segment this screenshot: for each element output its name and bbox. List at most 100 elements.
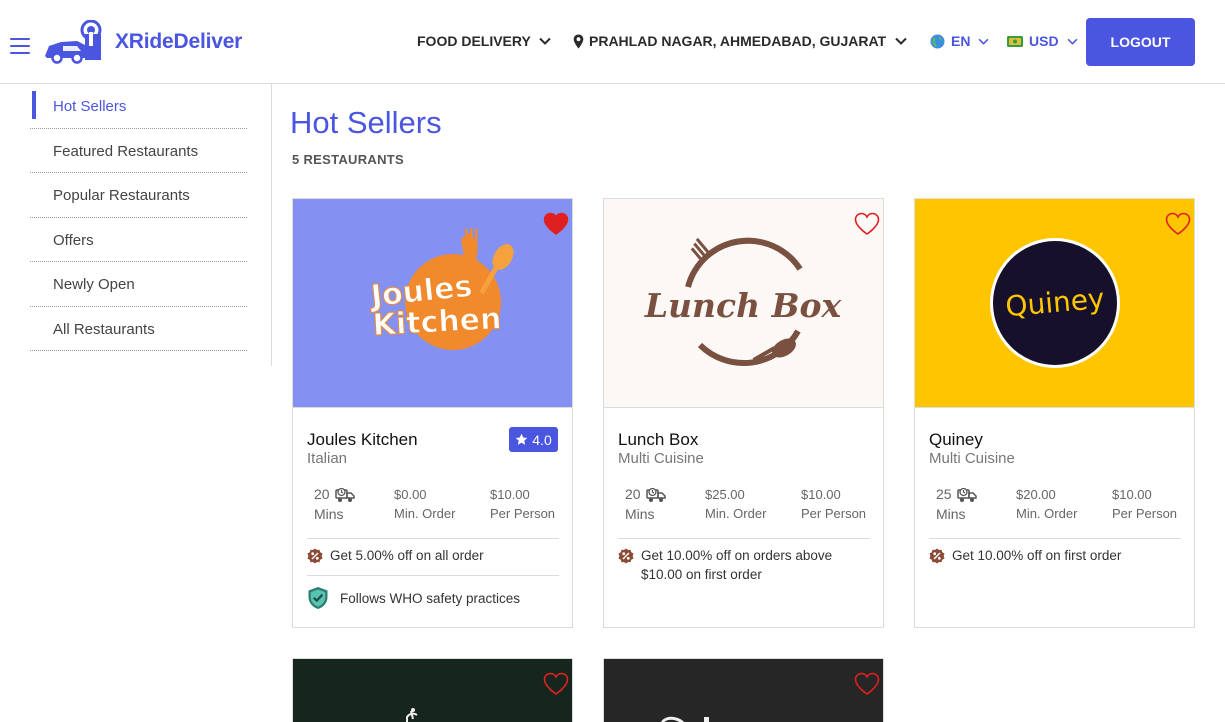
lunch-box-logo: Lunch Box (644, 237, 842, 366)
restaurant-name[interactable]: Quiney (929, 430, 983, 450)
sidebar-item-featured-restaurants[interactable]: Featured Restaurants (30, 129, 247, 173)
restaurant-name[interactable]: Lunch Box (618, 430, 698, 450)
favorite-heart-icon[interactable] (854, 672, 880, 696)
restaurant-name[interactable]: Joules Kitchen (307, 430, 418, 450)
delivery-minutes-label: Mins (314, 506, 344, 522)
delivery-minutes: 25 (936, 486, 952, 502)
discount-badge-icon (618, 548, 634, 564)
delivery-truck-icon (334, 487, 355, 502)
sidebar-item-label: Popular Restaurants (53, 187, 190, 204)
sidebar-item-popular-restaurants[interactable]: Popular Restaurants (30, 173, 247, 218)
min-order-label: Min. Order (705, 506, 767, 521)
restaurant-cuisine: Italian (307, 450, 348, 467)
per-person: $10.00 Per Person (1112, 485, 1177, 523)
restaurant-card-partial[interactable] (603, 658, 884, 722)
per-person: $10.00 Per Person (801, 485, 866, 523)
delivery-truck-icon (956, 487, 977, 502)
logo-text-1: Lunch Box (644, 286, 842, 325)
divider (307, 575, 559, 576)
per-person-label: Per Person (801, 506, 867, 521)
sidebar-item-label: All Restaurants (53, 320, 155, 338)
min-order-value: $0.00 (394, 487, 427, 502)
restaurant-logo-image: Quiney (915, 199, 1194, 408)
divider (929, 538, 1181, 539)
safety-label: Follows WHO safety practices (340, 590, 521, 606)
service-selector[interactable]: FOOD DELIVERY (417, 31, 551, 51)
rating-value: 4.0 (532, 431, 552, 448)
per-person-value: $10.00 (490, 487, 530, 502)
menu-icon[interactable] (10, 38, 30, 54)
page-title: Hot Sellers (290, 105, 442, 140)
delivery-time: 20 Mins (625, 485, 666, 524)
min-order-label: Min. Order (1016, 506, 1078, 521)
restaurant-card-joules-kitchen[interactable]: Joules Kitchen Joules Kitchen Italian 4.… (292, 198, 573, 628)
delivery-truck-icon (645, 487, 666, 502)
restaurant-logo (660, 716, 709, 722)
favorite-heart-icon[interactable] (854, 212, 880, 236)
per-person-label: Per Person (490, 506, 556, 521)
location-selector[interactable]: PRAHLAD NAGAR, AHMEDABAD, GUJARAT ... (573, 31, 907, 51)
category-sidebar: Hot Sellers Featured Restaurants Popular… (30, 84, 272, 366)
offer-text: Get 10.00% off on first order (929, 546, 1184, 565)
offer-label: Get 10.00% off on orders above $10.00 on… (641, 548, 833, 582)
offer-label: Get 10.00% off on first order (952, 548, 1122, 563)
chevron-down-icon (979, 38, 989, 45)
delivery-truck-logo-icon (45, 20, 102, 64)
chevron-down-icon (895, 37, 907, 45)
restaurant-logo-image (293, 659, 572, 722)
sidebar-item-label: Hot Sellers (53, 98, 127, 115)
logo-text-2: Kitchen (372, 301, 502, 343)
sidebar-item-offers[interactable]: Offers (30, 218, 247, 262)
restaurant-logo-image: Lunch Box (604, 199, 883, 408)
restaurant-card-partial[interactable] (292, 658, 573, 722)
delivery-minutes: 20 (314, 486, 330, 502)
restaurant-logo-image: Joules Kitchen (293, 199, 572, 408)
location-pin-icon (573, 34, 584, 48)
top-header: XRideDeliver FOOD DELIVERY PRAHLAD NAGAR… (0, 0, 1225, 84)
brand-logo[interactable]: XRideDeliver (43, 20, 248, 64)
discount-badge-icon (307, 548, 323, 564)
favorite-heart-icon[interactable] (543, 672, 569, 696)
offer-label: Get 5.00% off on all order (330, 548, 484, 563)
min-order: $20.00 Min. Order (1016, 485, 1077, 523)
language-selector[interactable]: EN (930, 31, 989, 51)
delivery-time: 25 Mins (936, 485, 977, 524)
per-person-value: $10.00 (801, 487, 841, 502)
per-person-value: $10.00 (1112, 487, 1152, 502)
per-person: $10.00 Per Person (490, 485, 555, 523)
safety-note: Follows WHO safety practices (307, 586, 520, 610)
currency-selector[interactable]: USD (1007, 31, 1078, 51)
service-label: FOOD DELIVERY (417, 33, 531, 49)
restaurant-card-lunch-box[interactable]: Lunch Box Lunch Box Multi Cuisine 20 Min… (603, 198, 884, 628)
divider (307, 538, 559, 539)
favorite-heart-icon[interactable] (1165, 212, 1191, 236)
sidebar-item-label: Newly Open (53, 276, 135, 293)
delivery-time: 20 Mins (314, 485, 355, 524)
joules-kitchen-logo: Joules Kitchen (367, 228, 514, 350)
restaurant-cuisine: Multi Cuisine (618, 450, 704, 467)
sidebar-item-all-restaurants[interactable]: All Restaurants (30, 307, 247, 351)
brand-name: XRideDeliver (115, 30, 243, 53)
rating-badge: 4.0 (509, 427, 558, 452)
chevron-down-icon (539, 37, 551, 45)
restaurant-cuisine: Multi Cuisine (929, 450, 1015, 467)
favorite-heart-icon[interactable] (543, 212, 569, 236)
min-order-value: $25.00 (705, 487, 745, 502)
globe-icon (930, 34, 945, 48)
money-icon (1007, 35, 1023, 47)
chevron-down-icon (1067, 38, 1077, 45)
sidebar-item-label: Offers (53, 231, 94, 249)
logout-button[interactable]: LOGOUT (1086, 18, 1195, 66)
language-label: EN (951, 33, 971, 49)
offer-text: Get 5.00% off on all order (307, 546, 562, 565)
restaurant-logo (406, 708, 418, 722)
sidebar-item-newly-open[interactable]: Newly Open (30, 262, 247, 307)
sidebar-item-hot-sellers[interactable]: Hot Sellers (30, 84, 247, 129)
restaurant-card-quiney[interactable]: Quiney Quiney Multi Cuisine 25 Mins $20.… (914, 198, 1195, 628)
restaurant-count: 5 RESTAURANTS (292, 152, 405, 167)
min-order-value: $20.00 (1016, 487, 1056, 502)
delivery-minutes: 20 (625, 486, 641, 502)
divider (618, 538, 870, 539)
location-label: PRAHLAD NAGAR, AHMEDABAD, GUJARAT ... (589, 33, 887, 49)
min-order-label: Min. Order (394, 506, 456, 521)
